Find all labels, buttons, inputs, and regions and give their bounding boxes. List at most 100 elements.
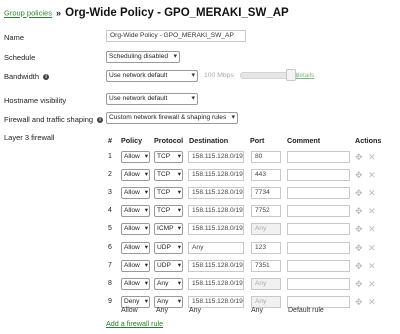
move-handle-icon[interactable]: ✥ — [355, 224, 363, 234]
layer3-firewall-label: Layer 3 firewall — [4, 133, 55, 142]
breadcrumb-separator: » — [56, 8, 62, 18]
hostname-value: Use network default — [109, 95, 168, 102]
schedule-value: Scheduling disabled — [109, 53, 169, 60]
delete-rule-icon[interactable]: ✕ — [368, 261, 376, 271]
chevron-down-icon: ▾ — [177, 298, 181, 305]
rule-protocol-select[interactable]: ICMP ▾ — [154, 223, 183, 235]
rule-policy-select[interactable]: Allow ▾ — [121, 278, 150, 290]
rule-destination-input[interactable]: 158.115.128.0/19 — [188, 205, 244, 217]
rule-destination-input[interactable]: 158.115.128.0/19 — [188, 151, 244, 163]
rule-port-input[interactable]: 80 — [251, 151, 281, 163]
firewall-row-label: Firewall and traffic shaping i — [4, 115, 104, 124]
rule-protocol-select[interactable]: TCP ▾ — [154, 205, 183, 217]
rule-policy-select[interactable]: Allow ▾ — [121, 242, 150, 254]
rule-comment-input[interactable] — [287, 205, 350, 217]
page-header: Group policies » Org-Wide Policy - GPO_M… — [4, 7, 289, 23]
rule-number: 7 — [108, 262, 112, 269]
delete-rule-icon[interactable]: ✕ — [368, 243, 376, 253]
move-handle-icon[interactable]: ✥ — [355, 152, 363, 162]
rule-comment-input[interactable] — [287, 169, 350, 181]
rule-destination-input[interactable]: 158.115.128.0/19 — [188, 169, 244, 181]
chevron-down-icon: ▾ — [144, 153, 148, 160]
rule-number: 9 — [108, 298, 112, 305]
bandwidth-slider-handle[interactable] — [286, 69, 296, 81]
rule-policy-select[interactable]: Allow ▾ — [121, 223, 150, 235]
rule-comment-input[interactable] — [287, 260, 350, 272]
chevron-down-icon: ▾ — [191, 95, 195, 102]
rule-port-input[interactable]: 123 — [251, 242, 281, 254]
firewall-value: Custom network firewall & shaping rules — [109, 114, 227, 121]
name-input[interactable]: Org-Wide Policy - GPO_MERAKI_SW_AP — [106, 30, 246, 42]
firewall-select[interactable]: Custom network firewall & shaping rules … — [106, 112, 238, 124]
col-header-policy: Policy — [121, 136, 143, 145]
hostname-select[interactable]: Use network default ▾ — [106, 93, 198, 105]
rule-comment-input[interactable] — [287, 278, 350, 290]
rule-protocol-value: TCP — [157, 153, 171, 160]
chevron-down-icon: ▾ — [144, 262, 148, 269]
rule-policy-value: Allow — [124, 244, 140, 251]
hostname-label: Hostname visibility — [4, 96, 67, 105]
rule-policy-value: Allow — [124, 171, 140, 178]
rule-destination-input[interactable]: 158.115.128.0/19 — [188, 278, 244, 290]
rule-number: 1 — [108, 153, 112, 160]
rule-policy-value: Allow — [124, 225, 140, 232]
chevron-down-icon: ▾ — [177, 262, 181, 269]
rule-protocol-select[interactable]: UDP ▾ — [154, 242, 183, 254]
rule-protocol-value: Any — [157, 298, 169, 305]
rule-policy-select[interactable]: Allow ▾ — [121, 205, 150, 217]
info-icon: i — [97, 117, 104, 124]
rule-destination-input[interactable]: 158.115.128.0/19 — [188, 260, 244, 272]
rule-port-input[interactable]: 443 — [251, 169, 281, 181]
delete-rule-icon[interactable]: ✕ — [368, 188, 376, 198]
rule-comment-input[interactable] — [287, 187, 350, 199]
rule-protocol-select[interactable]: TCP ▾ — [154, 187, 183, 199]
delete-rule-icon[interactable]: ✕ — [368, 297, 376, 307]
delete-rule-icon[interactable]: ✕ — [368, 170, 376, 180]
rule-protocol-select[interactable]: TCP ▾ — [154, 169, 183, 181]
default-rule-policy: Allow — [121, 307, 138, 314]
breadcrumb-group-policies[interactable]: Group policies — [4, 9, 52, 18]
move-handle-icon[interactable]: ✥ — [355, 206, 363, 216]
move-handle-icon[interactable]: ✥ — [355, 170, 363, 180]
rule-protocol-select[interactable]: TCP ▾ — [154, 151, 183, 163]
bandwidth-details-link[interactable]: details — [296, 72, 314, 79]
bandwidth-select[interactable]: Use network default ▾ — [106, 70, 198, 82]
col-header-comment: Comment — [287, 136, 321, 145]
add-firewall-rule-link[interactable]: Add a firewall rule — [106, 319, 163, 328]
rule-policy-value: Deny — [124, 298, 140, 305]
rule-port-input[interactable]: 7752 — [251, 205, 281, 217]
default-rule-destination: Any — [189, 307, 202, 314]
rule-destination-input[interactable]: 158.115.128.0/19 — [188, 223, 244, 235]
delete-rule-icon[interactable]: ✕ — [368, 279, 376, 289]
move-handle-icon[interactable]: ✥ — [355, 297, 363, 307]
rule-comment-input[interactable] — [287, 151, 350, 163]
rule-number: 4 — [108, 207, 112, 214]
move-handle-icon[interactable]: ✥ — [355, 243, 363, 253]
rule-destination-input[interactable]: 158.115.128.0/19 — [188, 187, 244, 199]
delete-rule-icon[interactable]: ✕ — [368, 206, 376, 216]
chevron-down-icon: ▾ — [177, 244, 181, 251]
rule-policy-select[interactable]: Allow ▾ — [121, 169, 150, 181]
rule-port-input: Any — [251, 278, 281, 290]
rule-comment-input[interactable] — [287, 223, 350, 235]
schedule-label: Schedule — [4, 53, 36, 62]
chevron-down-icon: ▾ — [144, 280, 148, 287]
delete-rule-icon[interactable]: ✕ — [368, 224, 376, 234]
rule-policy-select[interactable]: Allow ▾ — [121, 260, 150, 272]
rule-protocol-select[interactable]: UDP ▾ — [154, 260, 183, 272]
rule-destination-input[interactable]: Any — [188, 242, 244, 254]
move-handle-icon[interactable]: ✥ — [355, 279, 363, 289]
schedule-select[interactable]: Scheduling disabled ▾ — [106, 51, 180, 63]
move-handle-icon[interactable]: ✥ — [355, 188, 363, 198]
rule-protocol-select[interactable]: Any ▾ — [154, 278, 183, 290]
delete-rule-icon[interactable]: ✕ — [368, 152, 376, 162]
rule-policy-select[interactable]: Allow ▾ — [121, 151, 150, 163]
rule-comment-input[interactable] — [287, 242, 350, 254]
rule-port-input[interactable]: 7351 — [251, 260, 281, 272]
default-rule-protocol: Any — [156, 307, 169, 314]
rule-number: 6 — [108, 244, 112, 251]
rule-port-input[interactable]: 7734 — [251, 187, 281, 199]
bandwidth-label: Bandwidth — [4, 72, 40, 81]
rule-policy-select[interactable]: Allow ▾ — [121, 187, 150, 199]
move-handle-icon[interactable]: ✥ — [355, 261, 363, 271]
